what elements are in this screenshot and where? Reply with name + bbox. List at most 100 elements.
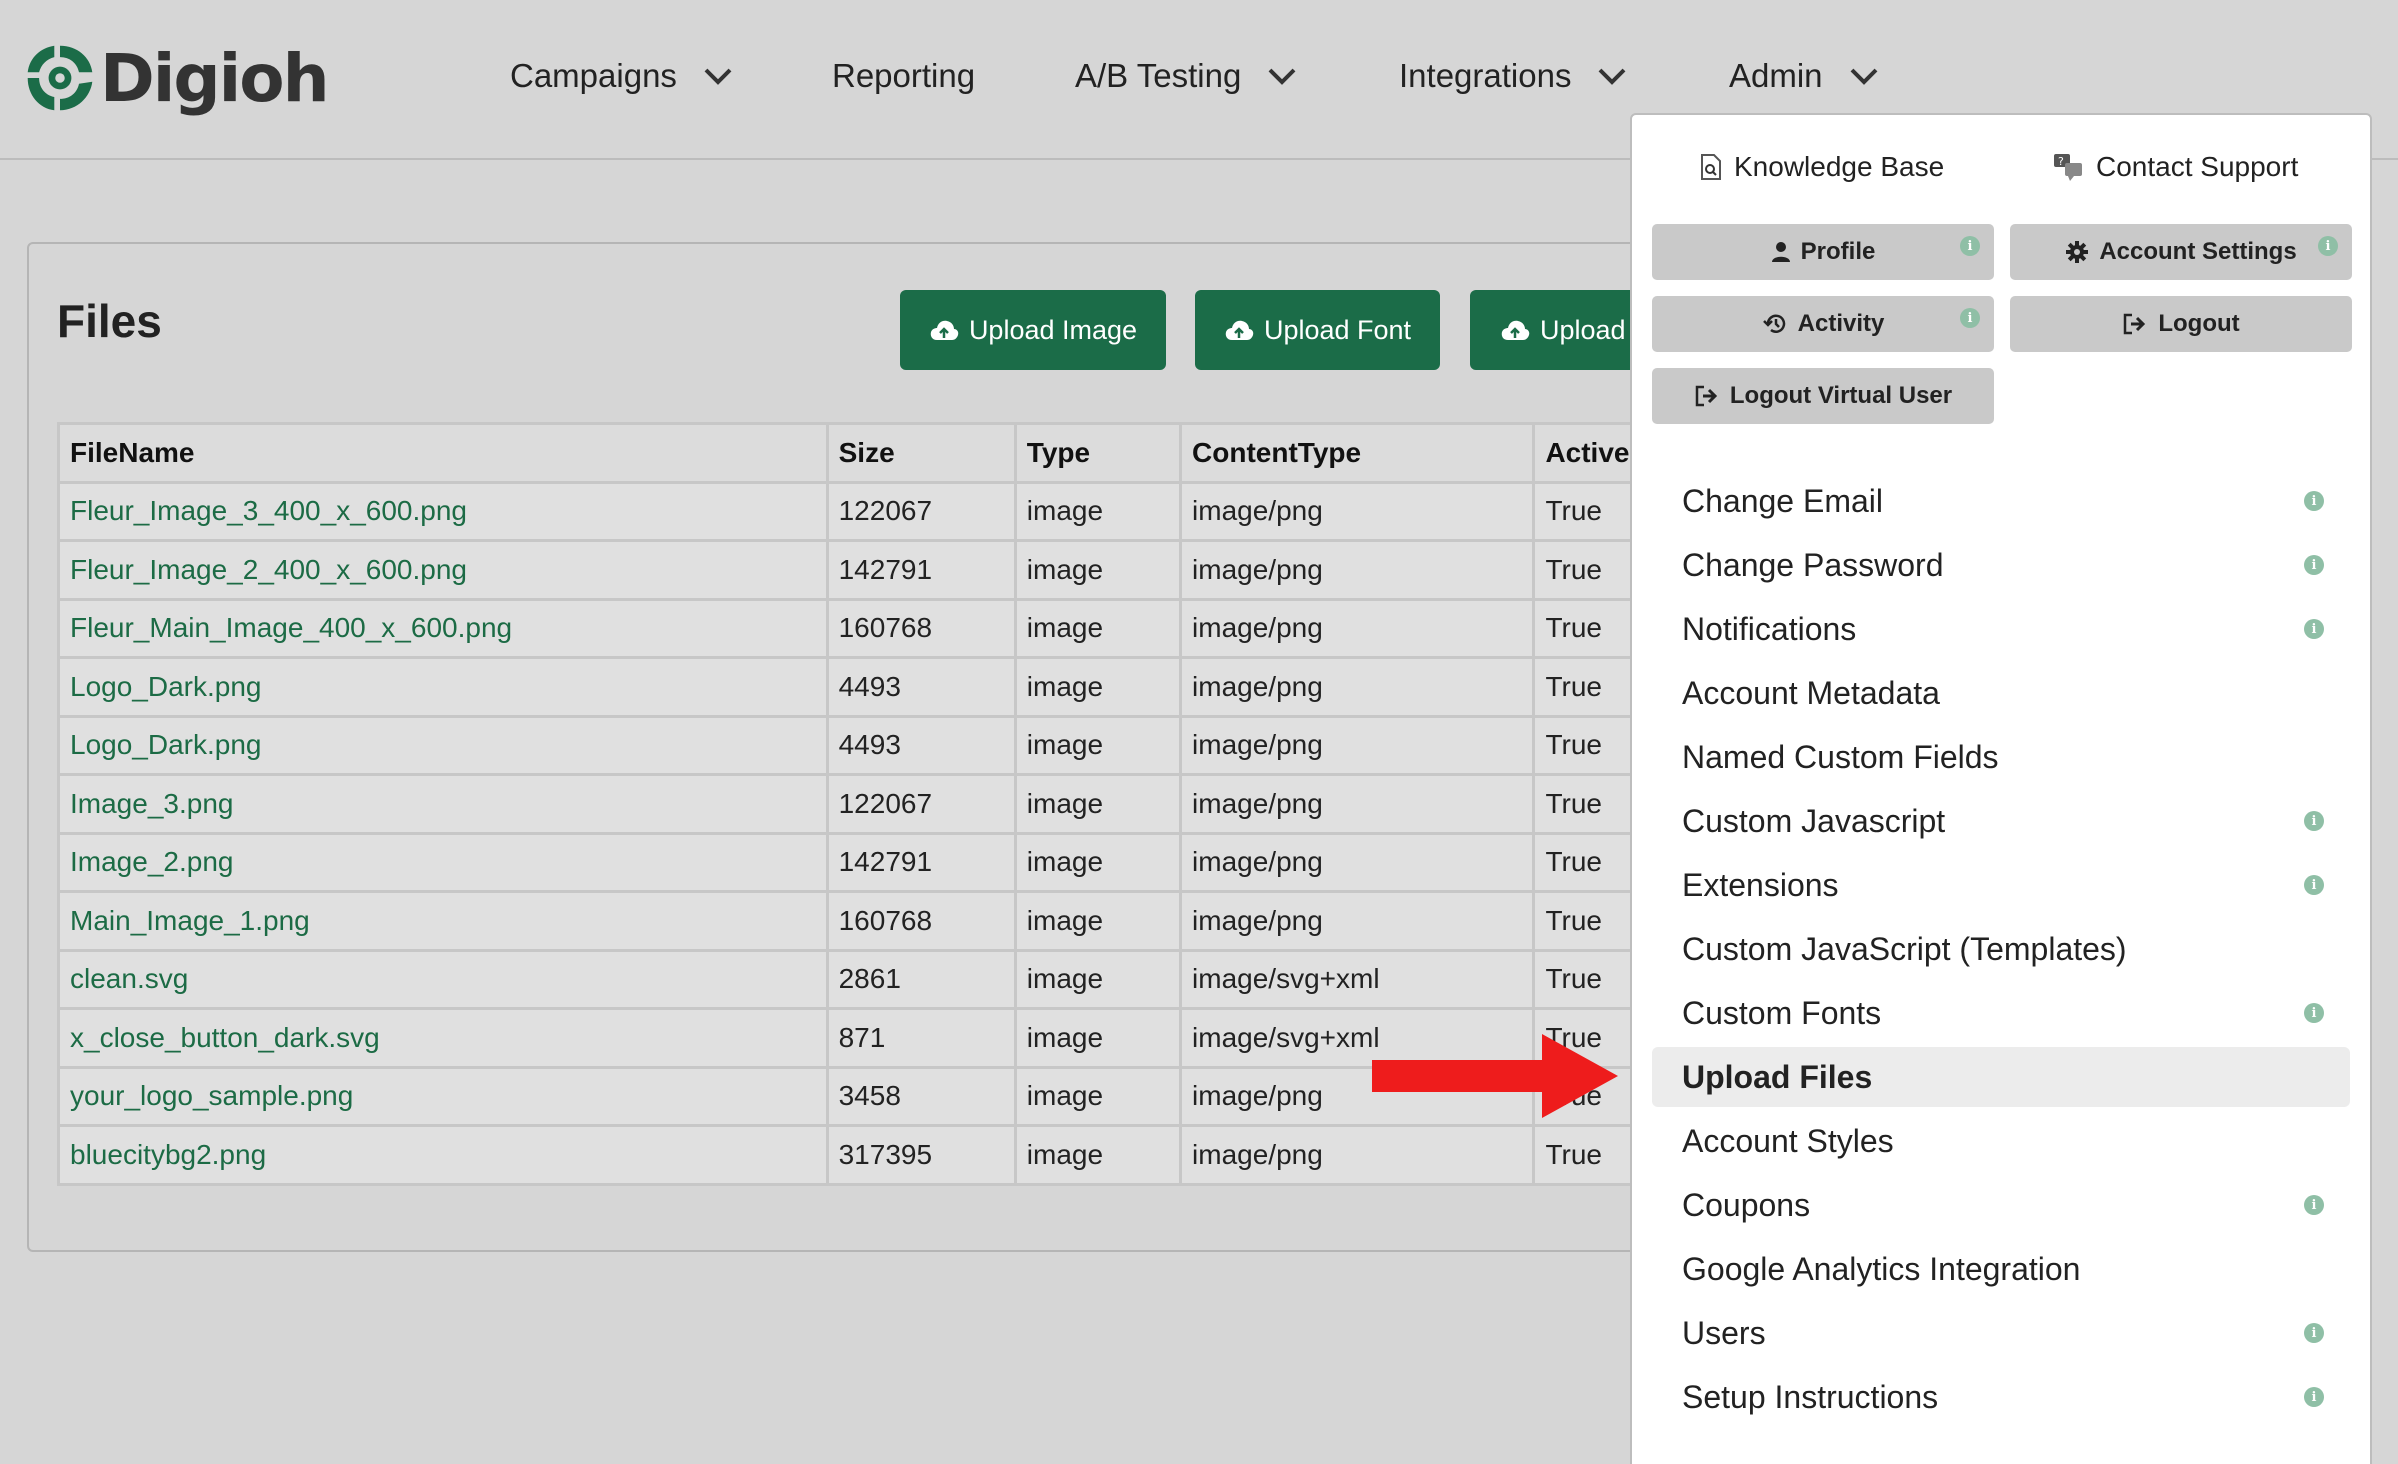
logout-button[interactable]: Logout xyxy=(2010,296,2352,352)
file-link[interactable]: your_logo_sample.png xyxy=(70,1080,353,1111)
menu-account-styles[interactable]: Account Styles xyxy=(1652,1111,2350,1171)
menu-label: Setup Instructions xyxy=(1682,1378,1939,1415)
info-icon[interactable]: i xyxy=(2304,1387,2324,1407)
info-icon[interactable]: i xyxy=(2304,1323,2324,1343)
menu-label: Account Styles xyxy=(1682,1122,1894,1159)
filename-cell: Logo_Dark.png xyxy=(57,656,829,718)
info-icon[interactable]: i xyxy=(2304,619,2324,639)
size-cell: 122067 xyxy=(825,480,1017,542)
menu-label: Upload Files xyxy=(1682,1058,1873,1095)
file-link[interactable]: bluecitybg2.png xyxy=(70,1139,266,1170)
account-settings-label: Account Settings xyxy=(2099,238,2297,265)
nav-reporting[interactable]: Reporting xyxy=(832,50,975,102)
info-icon[interactable]: i xyxy=(2304,875,2324,895)
menu-custom-fonts[interactable]: Custom Fonts i xyxy=(1652,983,2350,1043)
menu-google-analytics-integration[interactable]: Google Analytics Integration xyxy=(1652,1239,2350,1299)
menu-coupons[interactable]: Coupons i xyxy=(1652,1175,2350,1235)
table-row: bluecitybg2.png 317395 image image/png T… xyxy=(57,1124,1685,1186)
file-link[interactable]: Fleur_Main_Image_400_x_600.png xyxy=(70,612,512,643)
type-cell: image xyxy=(1013,831,1183,893)
gear-icon xyxy=(2066,241,2089,263)
type-cell: image xyxy=(1013,480,1183,542)
file-link[interactable]: Logo_Dark.png xyxy=(70,671,261,702)
profile-label: Profile xyxy=(1800,238,1876,265)
file-link[interactable]: clean.svg xyxy=(70,963,188,994)
menu-named-custom-fields[interactable]: Named Custom Fields xyxy=(1652,727,2350,787)
filename-cell: x_close_button_dark.svg xyxy=(57,1007,829,1069)
upload-image-button[interactable]: Upload Image xyxy=(900,290,1166,370)
menu-change-email[interactable]: Change Email i xyxy=(1652,471,2350,531)
cloud-upload-icon xyxy=(1225,320,1254,340)
logout-virtual-user-button[interactable]: Logout Virtual User xyxy=(1652,368,1994,424)
info-icon[interactable]: i xyxy=(2304,555,2324,575)
file-link[interactable]: Logo_Dark.png xyxy=(70,729,261,760)
column-header-size[interactable]: Size xyxy=(825,422,1017,484)
table-row: Logo_Dark.png 4493 image image/png True xyxy=(57,714,1685,776)
table-row: Main_Image_1.png 160768 image image/png … xyxy=(57,890,1685,952)
menu-custom-javascript-templates[interactable]: Custom JavaScript (Templates) xyxy=(1652,919,2350,979)
menu-notifications[interactable]: Notifications i xyxy=(1652,599,2350,659)
type-cell: image xyxy=(1013,948,1183,1010)
menu-label: Google Analytics Integration xyxy=(1682,1250,2081,1287)
info-icon[interactable]: i xyxy=(2304,811,2324,831)
contact-support-link[interactable]: ? Contact Support xyxy=(2052,143,2298,191)
nav-integrations[interactable]: Integrations xyxy=(1399,50,1627,102)
column-header-contenttype[interactable]: ContentType xyxy=(1179,422,1536,484)
account-settings-button[interactable]: Account Settings i xyxy=(2010,224,2352,280)
info-icon[interactable]: i xyxy=(2318,236,2338,256)
file-link[interactable]: Image_2.png xyxy=(70,846,233,877)
file-link[interactable]: Main_Image_1.png xyxy=(70,905,310,936)
contenttype-cell: image/png xyxy=(1179,1124,1536,1186)
digioh-logo[interactable]: Digioh xyxy=(22,28,330,128)
info-icon[interactable]: i xyxy=(2304,1195,2324,1215)
column-header-filename[interactable]: FileName xyxy=(57,422,829,484)
knowledge-base-link[interactable]: Knowledge Base xyxy=(1700,143,1944,191)
profile-button[interactable]: Profile i xyxy=(1652,224,1994,280)
menu-label: Extensions xyxy=(1682,866,1839,903)
chevron-down-icon xyxy=(1850,68,1877,85)
contenttype-cell: image/png xyxy=(1179,597,1536,659)
info-icon[interactable]: i xyxy=(1960,236,1980,256)
nav-label: Integrations xyxy=(1399,57,1572,94)
menu-custom-javascript[interactable]: Custom Javascript i xyxy=(1652,791,2350,851)
document-search-icon xyxy=(1701,154,1721,180)
menu-change-password[interactable]: Change Password i xyxy=(1652,535,2350,595)
menu-label: Change Email xyxy=(1682,482,1883,519)
info-icon[interactable]: i xyxy=(2304,491,2324,511)
activity-button[interactable]: Activity i xyxy=(1652,296,1994,352)
table-row: Image_2.png 142791 image image/png True xyxy=(57,831,1685,893)
menu-upload-files[interactable]: Upload Files xyxy=(1652,1047,2350,1107)
table-row: Fleur_Main_Image_400_x_600.png 160768 im… xyxy=(57,597,1685,659)
admin-dropdown-menu: Knowledge Base ? Contact Support Profile… xyxy=(1630,113,2372,1464)
contenttype-cell: image/png xyxy=(1179,714,1536,776)
size-cell: 317395 xyxy=(825,1124,1017,1186)
menu-label: Custom Fonts xyxy=(1682,994,1882,1031)
table-row: Image_3.png 122067 image image/png True xyxy=(57,773,1685,835)
nav-campaigns[interactable]: Campaigns xyxy=(510,50,733,102)
file-link[interactable]: Fleur_Image_2_400_x_600.png xyxy=(70,554,467,585)
size-cell: 160768 xyxy=(825,890,1017,952)
cloud-upload-icon xyxy=(930,320,959,340)
upload-font-button[interactable]: Upload Font xyxy=(1195,290,1440,370)
history-icon xyxy=(1762,314,1785,333)
info-icon[interactable]: i xyxy=(2304,1003,2324,1023)
menu-setup-instructions[interactable]: Setup Instructions i xyxy=(1652,1367,2350,1427)
file-link[interactable]: Fleur_Image_3_400_x_600.png xyxy=(70,495,467,526)
filename-cell: Fleur_Image_2_400_x_600.png xyxy=(57,539,829,601)
support-chat-icon: ? xyxy=(2054,154,2082,181)
contenttype-cell: image/png xyxy=(1179,656,1536,718)
info-icon[interactable]: i xyxy=(1960,308,1980,328)
nav-ab-testing[interactable]: A/B Testing xyxy=(1075,50,1297,102)
nav-admin[interactable]: Admin xyxy=(1729,50,1879,102)
type-cell: image xyxy=(1013,773,1183,835)
brand-name: Digioh xyxy=(100,39,330,117)
contenttype-cell: image/png xyxy=(1179,539,1536,601)
file-link[interactable]: x_close_button_dark.svg xyxy=(70,1022,380,1053)
sign-out-icon xyxy=(1695,385,1717,407)
file-link[interactable]: Image_3.png xyxy=(70,788,233,819)
nav-label: Campaigns xyxy=(510,57,677,94)
column-header-type[interactable]: Type xyxy=(1013,422,1183,484)
menu-account-metadata[interactable]: Account Metadata xyxy=(1652,663,2350,723)
menu-extensions[interactable]: Extensions i xyxy=(1652,855,2350,915)
menu-users[interactable]: Users i xyxy=(1652,1303,2350,1363)
